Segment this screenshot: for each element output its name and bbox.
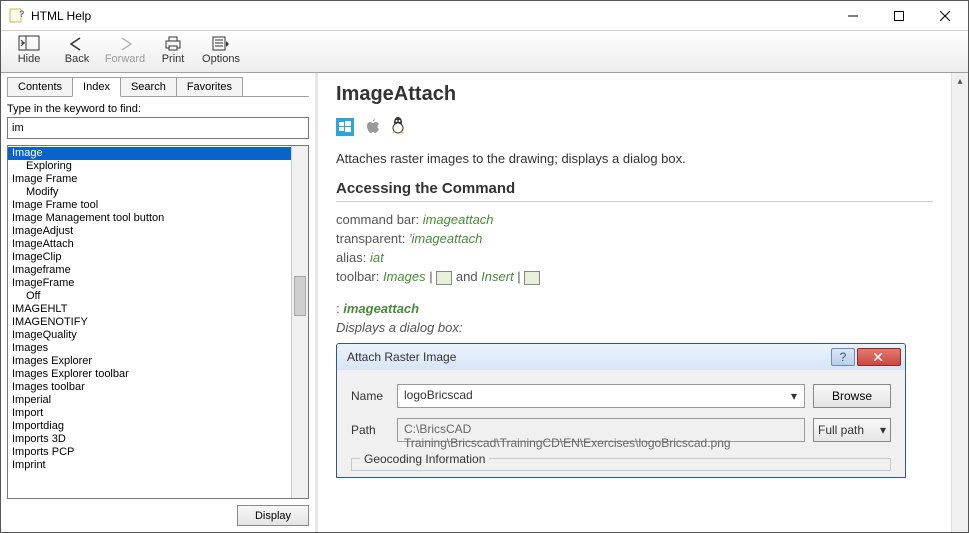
index-item[interactable]: Imports PCP <box>8 446 291 459</box>
tab-contents[interactable]: Contents <box>7 77 73 97</box>
apple-icon <box>364 116 380 137</box>
window-title: HTML Help <box>31 9 830 23</box>
scroll-up-icon[interactable]: ▴ <box>952 73 968 90</box>
index-item[interactable]: Imperial <box>8 394 291 407</box>
page-title: ImageAttach <box>336 83 933 106</box>
toolbar-row: toolbar: Images | and Insert | <box>336 269 933 285</box>
index-item[interactable]: Images toolbar <box>8 381 291 394</box>
index-item[interactable]: Exploring <box>8 160 291 173</box>
path-label: Path <box>351 423 397 437</box>
options-button[interactable]: Options <box>197 33 245 65</box>
attach-raster-dialog: Attach Raster Image ? Name logoBricscad▾… <box>336 343 906 478</box>
index-item[interactable]: IMAGEHLT <box>8 303 291 316</box>
geocoding-group: Geocoding Information <box>351 452 891 471</box>
index-item[interactable]: ImageClip <box>8 251 291 264</box>
dialog-help-button[interactable]: ? <box>831 348 855 366</box>
print-button[interactable]: Print <box>149 33 197 65</box>
displays-row: Displays a dialog box: <box>336 320 933 335</box>
toolbar-icon-images <box>436 271 452 285</box>
index-item[interactable]: Importdiag <box>8 420 291 433</box>
index-item[interactable]: Image <box>8 147 291 160</box>
nav-pane: Contents Index Search Favorites Type in … <box>1 73 318 532</box>
forward-button[interactable]: Forward <box>101 33 149 65</box>
display-button[interactable]: Display <box>237 505 309 526</box>
dialog-close-button[interactable] <box>857 348 901 366</box>
index-item[interactable]: Image Frame <box>8 173 291 186</box>
windows-icon <box>336 118 354 136</box>
index-item[interactable]: ImageFrame <box>8 277 291 290</box>
keyword-label: Type in the keyword to find: <box>7 103 309 115</box>
tab-favorites[interactable]: Favorites <box>176 77 243 97</box>
index-item[interactable]: Import <box>8 407 291 420</box>
keyword-input[interactable] <box>7 117 309 139</box>
index-item[interactable]: Imports 3D <box>8 433 291 446</box>
titlebar: ? HTML Help <box>1 1 968 31</box>
index-item[interactable]: Image Management tool button <box>8 212 291 225</box>
tab-search[interactable]: Search <box>120 77 177 97</box>
index-item[interactable]: Imageframe <box>8 264 291 277</box>
content-pane: ImageAttach Attaches raster images to th… <box>318 73 951 532</box>
toolbar: Hide Back Forward Print Options <box>1 31 968 73</box>
alias-row: alias: iat <box>336 250 933 265</box>
nav-tabs: Contents Index Search Favorites <box>7 77 309 97</box>
command-row: : imageattach <box>336 301 933 316</box>
content-scrollbar[interactable]: ▴ <box>951 73 968 532</box>
back-button[interactable]: Back <box>53 33 101 65</box>
section-heading: Accessing the Command <box>336 180 933 202</box>
dialog-title: Attach Raster Image <box>347 350 831 364</box>
index-item[interactable]: ImageAttach <box>8 238 291 251</box>
index-item[interactable]: Modify <box>8 186 291 199</box>
index-item[interactable]: Off <box>8 290 291 303</box>
index-scrollbar[interactable] <box>291 146 308 498</box>
path-field: C:\BricsCAD Training\Bricscad\TrainingCD… <box>397 418 805 442</box>
tab-index[interactable]: Index <box>72 77 121 97</box>
chevron-down-icon: ▾ <box>880 423 886 437</box>
index-list[interactable]: ImageExploringImage FrameModifyImage Fra… <box>8 146 291 498</box>
index-item[interactable]: Image Frame tool <box>8 199 291 212</box>
chevron-down-icon: ▾ <box>786 387 802 405</box>
index-item[interactable]: Images <box>8 342 291 355</box>
maximize-button[interactable] <box>876 1 922 30</box>
toolbar-icon-insert <box>524 271 540 285</box>
browse-button[interactable]: Browse <box>813 384 891 408</box>
index-item[interactable]: Imprint <box>8 459 291 472</box>
minimize-button[interactable] <box>830 1 876 30</box>
svg-text:?: ? <box>19 9 25 19</box>
name-combobox[interactable]: logoBricscad▾ <box>397 384 805 408</box>
index-item[interactable]: ImageQuality <box>8 329 291 342</box>
os-icons <box>336 116 933 137</box>
index-item[interactable]: IMAGENOTIFY <box>8 316 291 329</box>
help-app-icon: ? <box>9 8 25 24</box>
hide-button[interactable]: Hide <box>5 33 53 65</box>
index-item[interactable]: Images Explorer toolbar <box>8 368 291 381</box>
transparent-row: transparent: 'imageattach <box>336 231 933 246</box>
index-item[interactable]: Images Explorer <box>8 355 291 368</box>
linux-icon <box>390 116 406 137</box>
index-item[interactable]: ImageAdjust <box>8 225 291 238</box>
command-bar-row: command bar: imageattach <box>336 212 933 227</box>
path-mode-combobox[interactable]: Full path▾ <box>813 418 891 442</box>
close-button[interactable] <box>922 1 968 30</box>
intro-text: Attaches raster images to the drawing; d… <box>336 151 933 166</box>
name-label: Name <box>351 389 397 403</box>
